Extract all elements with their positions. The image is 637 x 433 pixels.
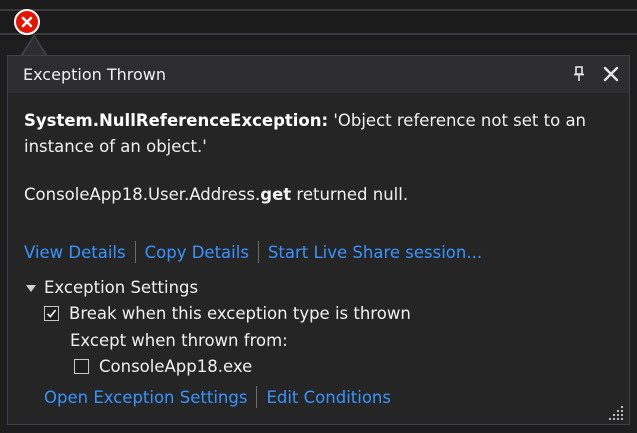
null-source-prefix: ConsoleApp18.User.Address. <box>24 185 261 204</box>
editor-line <box>0 33 637 35</box>
null-source-message: ConsoleApp18.User.Address.get returned n… <box>24 182 408 208</box>
link-separator <box>257 241 259 263</box>
open-exception-settings-link[interactable]: Open Exception Settings <box>44 388 247 407</box>
resize-grip-icon[interactable] <box>609 406 623 420</box>
editor-area <box>0 0 637 40</box>
break-on-throw-label: Break when this exception type is thrown <box>69 304 411 323</box>
popup-header: Exception Thrown <box>8 56 629 93</box>
pin-icon[interactable] <box>567 62 591 86</box>
link-separator <box>134 241 136 263</box>
break-on-throw-row[interactable]: Break when this exception type is thrown <box>44 304 411 323</box>
module-checkbox[interactable] <box>74 359 89 374</box>
settings-links: Open Exception Settings Edit Conditions <box>44 386 391 408</box>
view-details-link[interactable]: View Details <box>24 243 126 262</box>
live-share-link[interactable]: Start Live Share session... <box>268 243 482 262</box>
copy-details-link[interactable]: Copy Details <box>145 243 249 262</box>
popup-title: Exception Thrown <box>23 65 166 84</box>
link-separator <box>256 386 258 408</box>
exception-message: System.NullReferenceException: 'Object r… <box>24 108 604 160</box>
edit-conditions-link[interactable]: Edit Conditions <box>266 388 391 407</box>
error-circle-icon[interactable] <box>14 9 40 35</box>
exception-type: System.NullReferenceException: <box>24 111 329 130</box>
null-source-member: get <box>260 185 292 204</box>
editor-line <box>0 9 637 11</box>
exception-settings-header: Exception Settings <box>44 278 199 297</box>
module-row[interactable]: ConsoleApp18.exe <box>74 357 252 376</box>
popup-pointer-inner <box>22 37 46 57</box>
except-when-label: Except when thrown from: <box>70 331 288 350</box>
module-label: ConsoleApp18.exe <box>99 357 253 376</box>
break-on-throw-checkbox[interactable] <box>44 306 59 321</box>
exception-popup: Exception Thrown System.NullReferenceExc… <box>7 55 630 425</box>
close-icon[interactable] <box>599 62 623 86</box>
triangle-down-icon <box>26 284 36 292</box>
action-links: View Details Copy Details Start Live Sha… <box>24 241 482 263</box>
null-source-suffix: returned null. <box>291 185 409 204</box>
exception-settings-toggle[interactable]: Exception Settings <box>26 278 198 297</box>
